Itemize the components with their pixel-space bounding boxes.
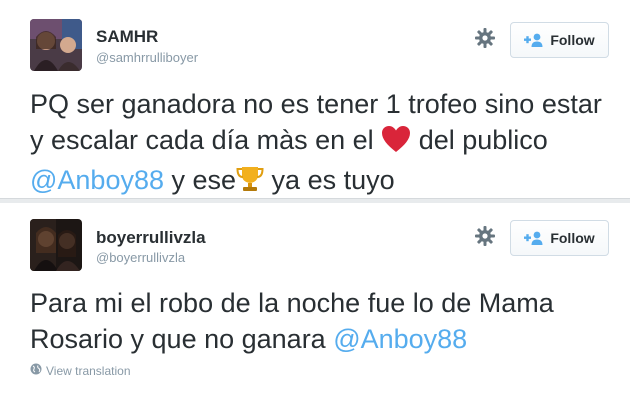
user-handle[interactable]: @boyerrullivzla (96, 250, 185, 265)
avatar[interactable] (30, 19, 82, 71)
follow-label: Follow (550, 32, 595, 48)
tweet-text-part: y ese (164, 165, 237, 195)
follow-button[interactable]: Follow (510, 220, 609, 256)
user-handle[interactable]: @samhrrulliboyer (96, 50, 198, 65)
view-translation-label: View translation (46, 363, 131, 378)
follow-button[interactable]: Follow (510, 22, 609, 58)
add-person-icon (524, 33, 544, 47)
follow-label: Follow (550, 230, 595, 246)
trophy-emoji (236, 165, 264, 202)
heart-emoji (381, 125, 411, 162)
gear-icon[interactable] (474, 27, 496, 49)
display-name[interactable]: SAMHR (96, 27, 158, 47)
tweet-card: SAMHR @samhrrulliboyer Follow PQ ser gan… (0, 0, 630, 198)
tweet-text: PQ ser ganadora no es tener 1 trofeo sin… (30, 86, 610, 202)
globe-icon (30, 363, 42, 378)
tweet-text-part: Para mi el robo de la noche fue lo de Ma… (30, 288, 554, 354)
tweet-text-part: del publico (411, 125, 548, 155)
view-translation-link[interactable]: View translation (30, 363, 131, 378)
tweet-text-part: ya es tuyo (264, 165, 395, 195)
mention-link[interactable]: @Anboy88 (333, 324, 467, 354)
add-person-icon (524, 231, 544, 245)
display-name[interactable]: boyerrullivzla (96, 228, 206, 248)
gear-icon[interactable] (474, 225, 496, 247)
avatar[interactable] (30, 219, 82, 271)
tweet-text: Para mi el robo de la noche fue lo de Ma… (30, 285, 610, 357)
mention-link[interactable]: @Anboy88 (30, 165, 164, 195)
tweet-card: boyerrullivzla @boyerrullivzla Follow Pa… (0, 203, 630, 400)
